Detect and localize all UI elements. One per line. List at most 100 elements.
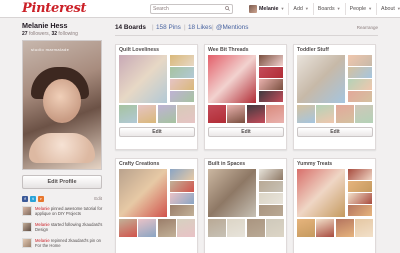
- activity-item[interactable]: Melanie pinned awesome tutorial for appl…: [22, 206, 104, 218]
- board-side-thumbnail[interactable]: [348, 193, 372, 204]
- facebook-icon[interactable]: f: [22, 196, 28, 202]
- followers-count[interactable]: 27: [22, 31, 28, 37]
- activity-item[interactable]: Melanie repinned zkaudard's pin on For t…: [22, 238, 104, 250]
- board-side-thumbnail[interactable]: [170, 169, 194, 180]
- board-cover-image[interactable]: [119, 55, 167, 103]
- board-grid-thumbnail[interactable]: [138, 105, 157, 123]
- board-grid-thumbnail[interactable]: [227, 105, 246, 123]
- board-grid-thumbnail[interactable]: [176, 219, 195, 237]
- board-side-thumbnail[interactable]: [259, 91, 283, 102]
- board-title[interactable]: Crafty Creations: [116, 159, 197, 167]
- board-title[interactable]: Quilt Loveliness: [116, 45, 197, 53]
- board-side-thumbnail[interactable]: [170, 67, 194, 78]
- activity-thumbnail: [22, 222, 32, 232]
- board-card[interactable]: Quilt Loveliness Edit: [115, 44, 198, 150]
- tab-boards[interactable]: 14 Boards: [115, 24, 146, 32]
- board-side-thumbnail[interactable]: [348, 55, 372, 66]
- activity-text: Melanie pinned awesome tutorial for appl…: [35, 206, 104, 218]
- pinterest-logo[interactable]: Pinterest: [22, 1, 86, 16]
- board-grid-thumbnail[interactable]: [246, 105, 265, 123]
- board-side-thumbnail[interactable]: [259, 205, 283, 216]
- board-title[interactable]: Built in Spaces: [205, 159, 286, 167]
- board-side-thumbnail[interactable]: [170, 205, 194, 216]
- rearrange-link[interactable]: Rearrange: [357, 25, 378, 30]
- board-cover-image[interactable]: [297, 169, 345, 217]
- social-edit-link[interactable]: Edit: [94, 196, 102, 201]
- board-side-thumbnail[interactable]: [348, 205, 372, 216]
- board-side-thumbnail[interactable]: [259, 67, 283, 78]
- board-grid-thumbnail[interactable]: [157, 219, 176, 237]
- search-icon[interactable]: [225, 6, 230, 11]
- board-side-thumbnail[interactable]: [170, 91, 194, 102]
- board-side-thumbnail[interactable]: [170, 79, 194, 90]
- profile-name: Melanie Hess: [22, 21, 68, 30]
- activity-text: Melanie repinned zkaudard's pin on For t…: [35, 238, 104, 250]
- board-edit-button[interactable]: Edit: [208, 127, 284, 137]
- board-grid-thumbnail[interactable]: [176, 105, 195, 123]
- board-grid-thumbnail[interactable]: [335, 219, 354, 237]
- tab-separator: |: [212, 24, 214, 31]
- board-edit-button[interactable]: Edit: [297, 127, 373, 137]
- board-grid-thumbnail[interactable]: [208, 219, 226, 237]
- nav-people[interactable]: People ▼: [344, 3, 376, 15]
- tab-pins[interactable]: 158 Pins: [156, 24, 181, 32]
- board-grid-thumbnail[interactable]: [335, 105, 354, 123]
- board-side-thumbnail[interactable]: [348, 91, 372, 102]
- board-side-thumbnail[interactable]: [170, 181, 194, 192]
- board-side-thumbnail[interactable]: [259, 193, 283, 204]
- activity-item[interactable]: Melanie started following zkaudard's Des…: [22, 222, 104, 234]
- board-grid-thumbnail[interactable]: [316, 105, 335, 123]
- board-cover-image[interactable]: [208, 169, 256, 217]
- board-grid-thumbnail[interactable]: [316, 219, 335, 237]
- nav-boards[interactable]: Boards ▼: [312, 3, 345, 15]
- edit-profile-button[interactable]: Edit Profile: [22, 175, 102, 189]
- board-side-thumbnail[interactable]: [259, 79, 283, 90]
- tab-likes[interactable]: 18 Likes: [188, 24, 212, 32]
- board-grid-thumbnail[interactable]: [157, 105, 176, 123]
- board-cover-image[interactable]: [119, 169, 167, 217]
- twitter-icon[interactable]: t: [30, 196, 36, 202]
- board-side-thumbnail[interactable]: [348, 67, 372, 78]
- search-input[interactable]: Search: [150, 4, 233, 14]
- board-title[interactable]: Toddler Stuff: [294, 45, 375, 53]
- nav-user-menu[interactable]: Melanie ▼: [245, 3, 288, 15]
- following-label[interactable]: following: [58, 31, 77, 37]
- board-card[interactable]: Built in Spaces: [204, 158, 287, 253]
- board-card[interactable]: Yummy Treats: [293, 158, 376, 253]
- nav-about[interactable]: About ▼: [376, 3, 400, 15]
- board-grid-thumbnail[interactable]: [354, 105, 373, 123]
- board-cover-image[interactable]: [297, 55, 345, 103]
- top-header: Pinterest Search Melanie ▼ Add ▼ Boards …: [0, 0, 400, 18]
- board-cover-image[interactable]: [208, 55, 256, 103]
- board-side-thumbnail[interactable]: [259, 55, 283, 66]
- board-side-thumbnail[interactable]: [170, 193, 194, 204]
- board-card[interactable]: Wee Bit Threads Edit: [204, 44, 287, 150]
- rss-icon[interactable]: r: [38, 196, 44, 202]
- board-grid-thumbnail[interactable]: [246, 219, 265, 237]
- board-side-thumbnail[interactable]: [259, 169, 283, 180]
- board-title[interactable]: Wee Bit Threads: [205, 45, 286, 53]
- board-side-thumbnail[interactable]: [348, 169, 372, 180]
- board-grid-thumbnail[interactable]: [119, 105, 137, 123]
- board-grid-thumbnail[interactable]: [119, 219, 137, 237]
- nav-add[interactable]: Add ▼: [288, 3, 312, 15]
- board-grid-thumbnail[interactable]: [265, 219, 284, 237]
- board-side-thumbnail[interactable]: [170, 55, 194, 66]
- board-side-thumbnail[interactable]: [259, 181, 283, 192]
- board-grid-thumbnail[interactable]: [297, 105, 315, 123]
- board-side-thumbnail[interactable]: [348, 79, 372, 90]
- board-grid-thumbnail[interactable]: [354, 219, 373, 237]
- board-title[interactable]: Yummy Treats: [294, 159, 375, 167]
- board-side-thumbnail[interactable]: [348, 181, 372, 192]
- board-card[interactable]: Toddler Stuff Edit: [293, 44, 376, 150]
- board-card[interactable]: Crafty Creations: [115, 158, 198, 253]
- board-grid-thumbnail[interactable]: [265, 105, 284, 123]
- followers-label[interactable]: followers,: [29, 31, 50, 37]
- board-grid-thumbnail[interactable]: [297, 219, 315, 237]
- board-grid-thumbnail[interactable]: [227, 219, 246, 237]
- board-edit-button[interactable]: Edit: [119, 127, 195, 137]
- board-grid-thumbnail[interactable]: [208, 105, 226, 123]
- following-count[interactable]: 32: [51, 31, 57, 37]
- tab-mentions[interactable]: @Mentions: [216, 24, 248, 32]
- board-grid-thumbnail[interactable]: [138, 219, 157, 237]
